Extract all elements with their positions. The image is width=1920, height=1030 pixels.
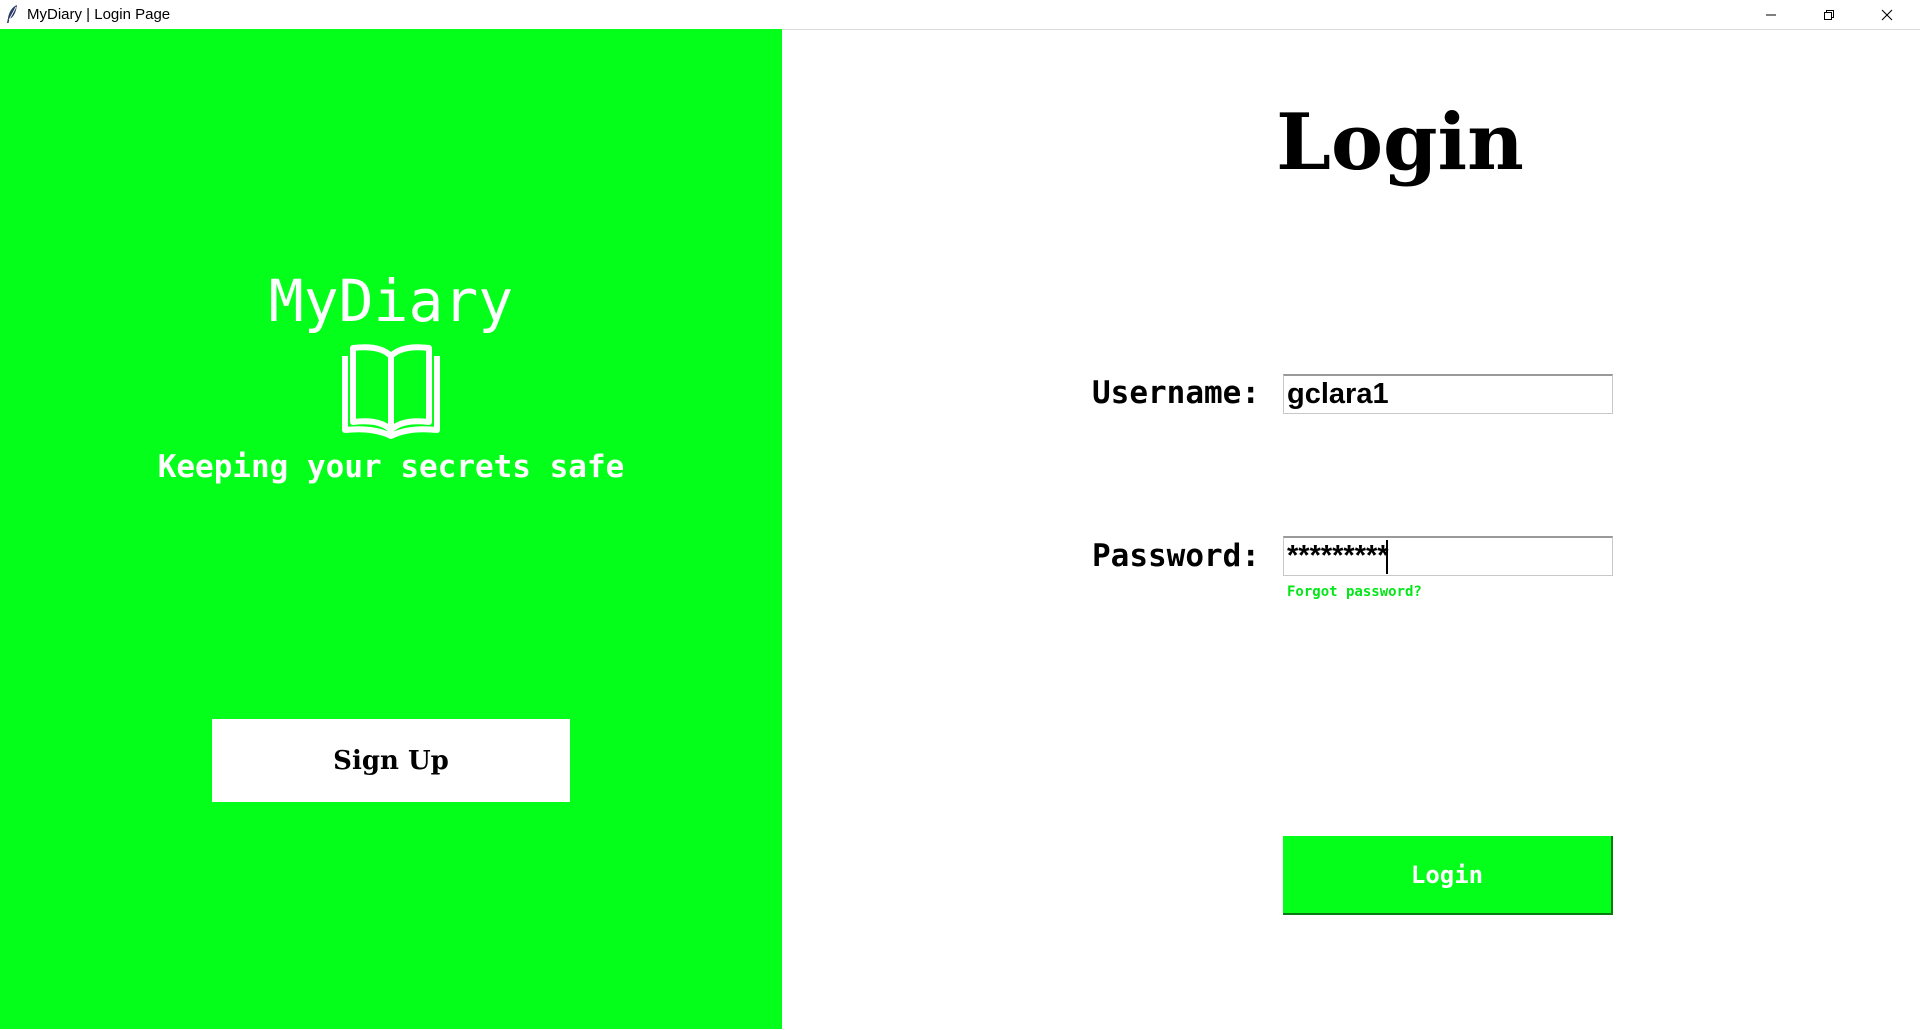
login-heading: Login — [1276, 97, 1524, 188]
title-bar[interactable]: MyDiary | Login Page — [0, 0, 1920, 30]
login-button[interactable]: Login — [1283, 836, 1613, 915]
restore-icon — [1824, 9, 1834, 20]
open-book-icon — [342, 344, 440, 439]
feather-icon — [7, 5, 17, 23]
username-label: Username: — [1092, 375, 1260, 411]
signup-button[interactable]: Sign Up — [212, 719, 570, 802]
app-window: MyDiary | Login Page MyDiary Keeping you… — [0, 0, 1920, 1030]
minimize-icon — [1766, 14, 1776, 15]
restore-button[interactable] — [1800, 0, 1858, 29]
password-label: Password: — [1092, 538, 1260, 574]
text-caret — [1386, 540, 1388, 574]
brand-title: MyDiary — [268, 267, 514, 335]
window-title: MyDiary | Login Page — [27, 6, 171, 23]
branding-panel: MyDiary Keeping your secrets safe Sign U… — [0, 29, 782, 1029]
minimize-button[interactable] — [1742, 0, 1800, 29]
close-icon — [1881, 9, 1893, 20]
tagline: Keeping your secrets safe — [157, 449, 625, 485]
password-input[interactable] — [1283, 536, 1613, 576]
forgot-password-link[interactable]: Forgot password? — [1287, 583, 1422, 601]
username-input[interactable] — [1283, 374, 1613, 414]
close-button[interactable] — [1858, 0, 1916, 29]
